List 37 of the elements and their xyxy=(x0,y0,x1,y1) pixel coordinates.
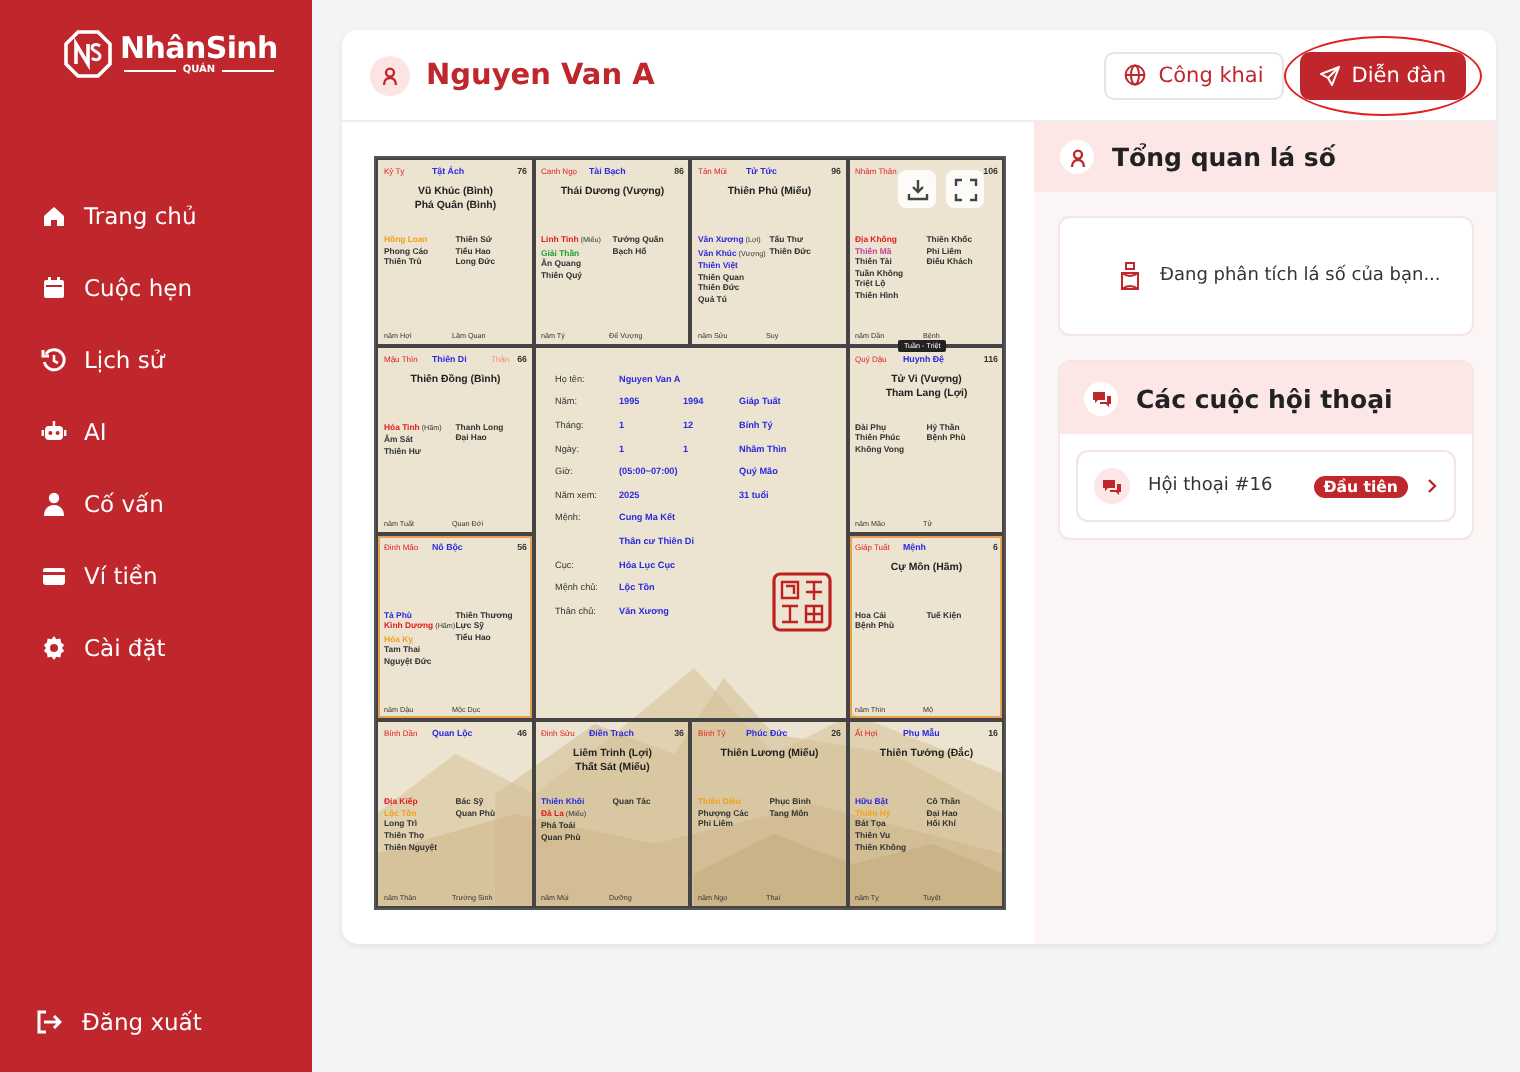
wallet-icon xyxy=(40,562,68,590)
download-button[interactable] xyxy=(898,170,936,208)
download-icon xyxy=(905,177,929,201)
nav-item[interactable]: Lịch sử xyxy=(0,338,312,382)
nav-item[interactable]: Ví tiền xyxy=(0,554,312,598)
fullscreen-button[interactable] xyxy=(946,170,984,208)
public-button[interactable]: Công khai xyxy=(1104,51,1284,99)
conversation-title: Hội thoại #16 xyxy=(1148,476,1275,496)
avatar-icon xyxy=(370,55,410,95)
loading-icon xyxy=(1120,262,1140,290)
nav-item[interactable]: AI xyxy=(0,410,312,454)
logout-button[interactable]: Đăng xuất xyxy=(0,1008,312,1036)
chevron-right-icon xyxy=(1426,478,1438,494)
forum-button[interactable]: Diễn đàn xyxy=(1299,51,1466,99)
chat-icon xyxy=(1091,389,1111,407)
gear-icon xyxy=(40,634,68,662)
home-icon xyxy=(40,202,68,230)
fullscreen-icon xyxy=(953,177,977,201)
profile-name: Nguyen Van A xyxy=(426,59,657,91)
person-icon xyxy=(40,490,68,518)
history-icon xyxy=(40,346,68,374)
robot-icon xyxy=(40,418,68,446)
send-icon xyxy=(1319,65,1340,85)
seal-icon xyxy=(771,571,831,632)
logo-icon xyxy=(64,30,112,78)
nav-item[interactable]: Cuộc hẹn xyxy=(0,266,312,310)
nav-item[interactable]: Cố vấn xyxy=(0,482,312,526)
analysis-status: Đang phân tích lá số của bạn... xyxy=(1160,266,1441,286)
overview-title: Tổng quan lá số xyxy=(1112,142,1336,172)
logout-icon xyxy=(36,1010,62,1034)
chat-icon xyxy=(1102,477,1122,495)
nav-item[interactable]: Trang chủ xyxy=(0,194,312,238)
conversations-title: Các cuộc hội thoại xyxy=(1136,383,1393,413)
logo-text: NhânSinh xyxy=(120,32,278,64)
calendar-icon xyxy=(40,274,68,302)
globe-icon xyxy=(1124,64,1147,86)
nav-item[interactable]: Cài đặt xyxy=(0,626,312,670)
